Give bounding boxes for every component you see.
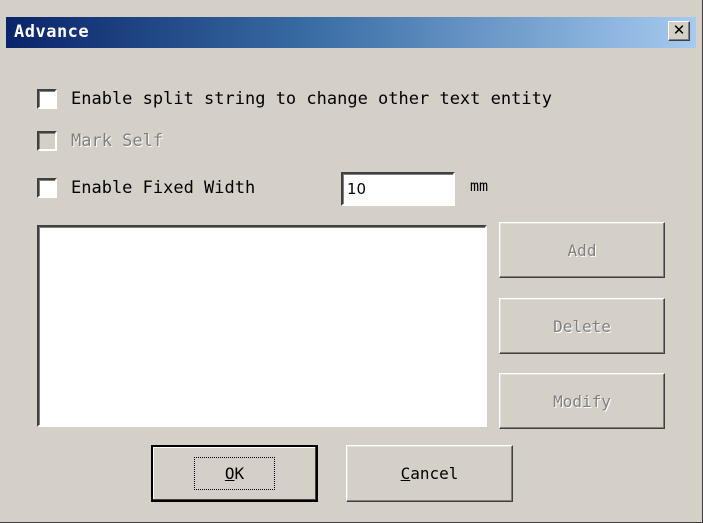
fixed-width-option[interactable]: Enable Fixed Width <box>37 178 255 198</box>
entity-list[interactable] <box>37 225 487 427</box>
cancel-button-label: Cancel <box>400 464 459 483</box>
add-button-label: Add <box>567 240 597 260</box>
mark-self-checkbox <box>37 131 57 151</box>
close-icon: ✕ <box>672 21 686 39</box>
split-string-option[interactable]: Enable split string to change other text… <box>37 89 552 109</box>
cancel-button[interactable]: Cancel <box>346 445 513 502</box>
modify-button-label: Modify <box>553 391 611 411</box>
mark-self-label: Mark Self <box>71 131 164 151</box>
split-string-checkbox[interactable] <box>37 89 57 109</box>
fixed-width-input[interactable]: 10 <box>341 172 455 206</box>
close-button[interactable]: ✕ <box>668 21 690 41</box>
ok-button-label: OK <box>193 457 276 490</box>
fixed-width-checkbox[interactable] <box>37 178 57 198</box>
mark-self-option: Mark Self <box>37 131 163 151</box>
delete-button[interactable]: Delete <box>499 298 665 354</box>
modify-button[interactable]: Modify <box>499 373 665 429</box>
fixed-width-unit: mm <box>470 177 489 195</box>
title-bar[interactable]: Advance ✕ <box>6 17 696 48</box>
fixed-width-label: Enable Fixed Width <box>71 178 256 198</box>
ok-button[interactable]: OK <box>151 445 318 502</box>
advance-dialog: Advance ✕ Enable split string to change … <box>0 0 703 523</box>
add-button[interactable]: Add <box>499 222 665 278</box>
window-title: Advance <box>14 22 90 42</box>
delete-button-label: Delete <box>553 316 611 336</box>
split-string-label: Enable split string to change other text… <box>71 89 553 109</box>
